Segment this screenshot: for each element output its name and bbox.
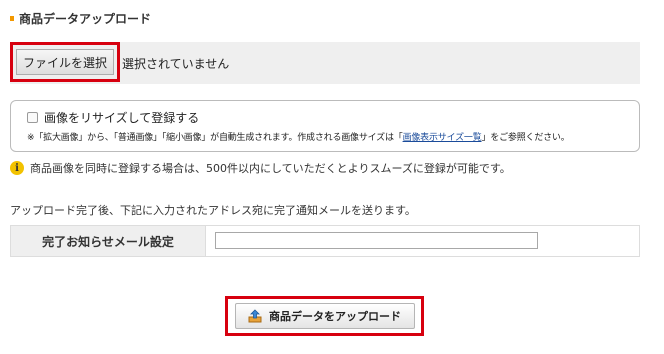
resize-checkbox-row[interactable]: 画像をリサイズして登録する: [27, 109, 199, 126]
file-button-highlight: ファイルを選択: [10, 42, 120, 82]
upload-icon: [248, 309, 262, 323]
resize-option-box: 画像をリサイズして登録する ※「拡大画像」から、「普通画像」「縮小画像」が自動生…: [10, 100, 640, 152]
file-status-text: 選択されていません: [122, 57, 230, 71]
upload-button-label: 商品データをアップロード: [269, 310, 401, 323]
section-title: 商品データアップロード: [10, 10, 151, 26]
resize-note: ※「拡大画像」から、「普通画像」「縮小画像」が自動生成されます。作成される画像サ…: [27, 130, 570, 143]
section-title-text: 商品データアップロード: [19, 11, 152, 26]
mail-setting-table: 完了お知らせメール設定: [10, 225, 640, 257]
resize-checkbox[interactable]: [27, 112, 38, 123]
info-row: i 商品画像を同時に登録する場合は、500件以内にしていただくとよりスムーズに登…: [10, 160, 511, 176]
upload-button-highlight: 商品データをアップロード: [225, 296, 424, 336]
resize-note-before: ※「拡大画像」から、「普通画像」「縮小画像」が自動生成されます。作成される画像サ…: [27, 133, 403, 143]
mail-setting-label: 完了お知らせメール設定: [11, 226, 206, 256]
resize-note-after: 」をご参照ください。: [481, 133, 570, 143]
mail-input-cell: [206, 226, 639, 256]
mail-notice-text: アップロード完了後、下記に入力されたアドレス宛に完了通知メールを送ります。: [10, 204, 416, 217]
title-marker: [10, 15, 14, 21]
email-field[interactable]: [215, 232, 538, 249]
file-select-row: ファイルを選択 選択されていません: [10, 42, 640, 84]
choose-file-button[interactable]: ファイルを選択: [16, 49, 114, 75]
info-text: 商品画像を同時に登録する場合は、500件以内にしていただくとよりスムーズに登録が…: [30, 162, 511, 175]
info-icon: i: [10, 161, 24, 175]
upload-data-button[interactable]: 商品データをアップロード: [234, 303, 415, 329]
resize-checkbox-label: 画像をリサイズして登録する: [44, 111, 200, 125]
image-size-list-link[interactable]: 画像表示サイズ一覧: [403, 133, 482, 143]
